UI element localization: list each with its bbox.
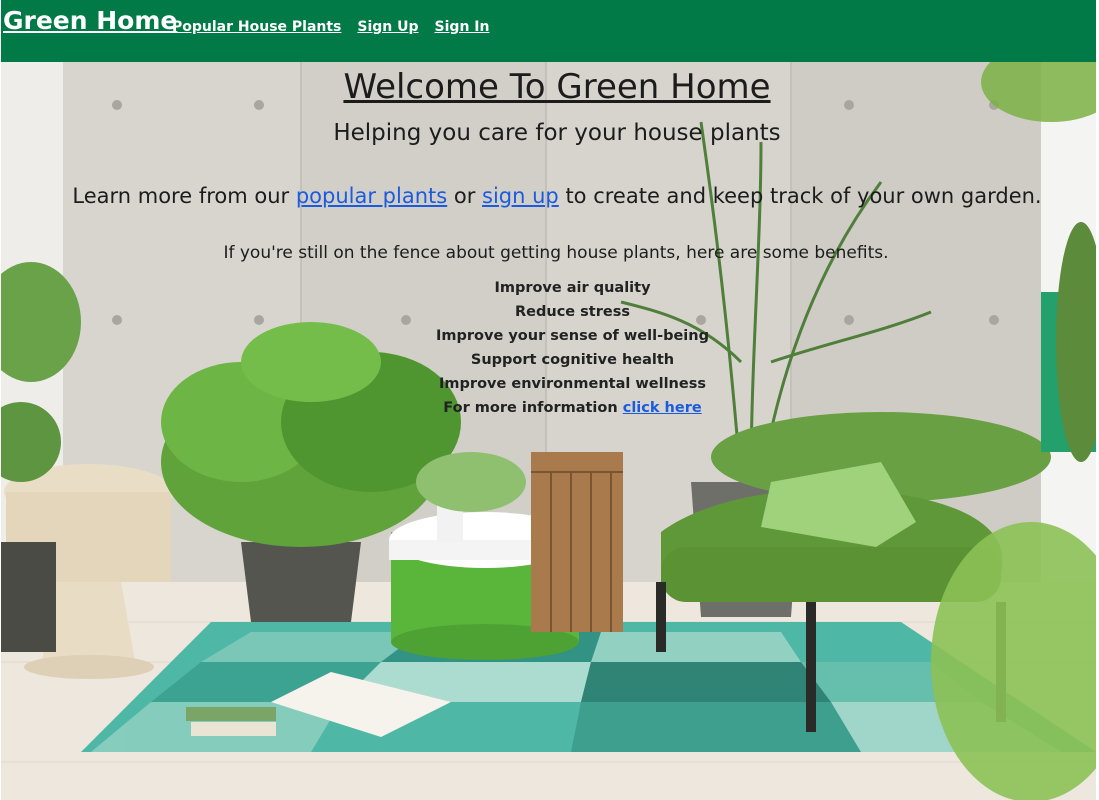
nav-link-popular-house-plants[interactable]: Popular House Plants — [172, 19, 341, 35]
benefit-item: Support cognitive health — [470, 352, 675, 368]
nav-links: Popular House Plants Sign Up Sign In — [172, 19, 489, 35]
learn-suffix: to create and keep track of your own gar… — [558, 184, 1042, 208]
benefit-item: Reduce stress — [515, 304, 630, 320]
learn-prefix: Learn more from our — [72, 184, 296, 208]
nav-link-sign-in[interactable]: Sign In — [435, 19, 490, 35]
more-info-prefix: For more information — [443, 400, 623, 416]
benefits-list: Improve air quality Reduce stress Improv… — [1, 276, 1096, 420]
hero-content: Welcome To Green Home Helping you care f… — [1, 62, 1096, 800]
navbar: Green Home Popular House Plants Sign Up … — [1, 0, 1096, 62]
page-title: Welcome To Green Home — [343, 67, 771, 107]
click-here-link[interactable]: click here — [623, 400, 702, 416]
hero-section: Welcome To Green Home Helping you care f… — [1, 62, 1096, 800]
sign-up-link[interactable]: sign up — [482, 184, 559, 208]
more-info-line: For more information click here — [1, 396, 1096, 420]
nav-link-sign-up[interactable]: Sign Up — [357, 19, 418, 35]
learn-middle: or — [447, 184, 483, 208]
popular-plants-link[interactable]: popular plants — [296, 184, 447, 208]
benefit-item: Improve your sense of well-being — [436, 328, 709, 344]
learn-more-text: Learn more from our popular plants or si… — [1, 184, 1096, 208]
benefit-item: Improve environmental wellness — [439, 376, 706, 392]
benefit-item: Improve air quality — [494, 280, 651, 296]
benefits-intro: If you're still on the fence about getti… — [223, 243, 889, 263]
brand-logo-link[interactable]: Green Home — [3, 6, 177, 35]
page-subtitle: Helping you care for your house plants — [333, 120, 781, 146]
